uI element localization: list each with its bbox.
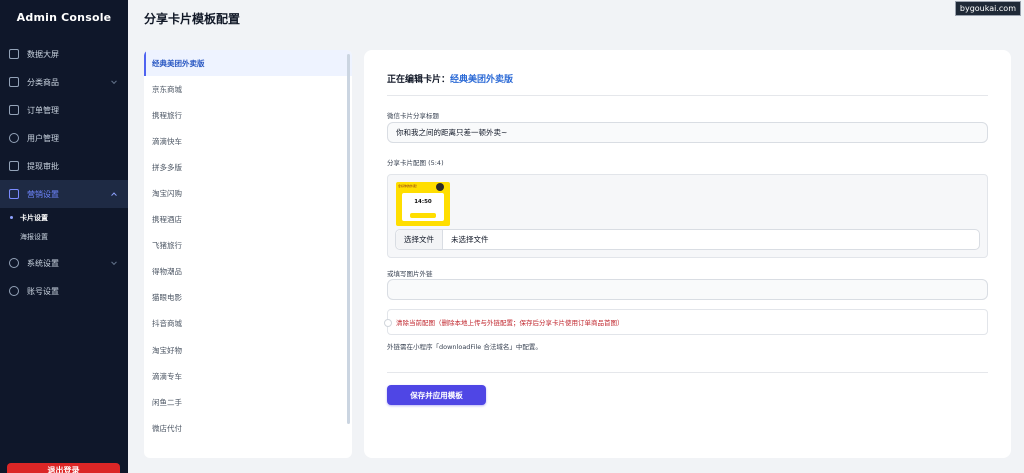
sidebar-item-account[interactable]: 账号设置	[0, 277, 128, 305]
bank-icon	[9, 161, 19, 171]
external-link-label: 或填写图片外链	[387, 270, 433, 278]
template-item[interactable]: 得物潮品	[144, 259, 352, 285]
page-title: 分享卡片模板配置	[144, 12, 241, 26]
template-item[interactable]: 猫眼电影	[144, 285, 352, 311]
sidebar-nav: 数据大屏 分类商品 订单管理 用户管理 提现审批 营销设置	[0, 40, 128, 208]
logout-button[interactable]: 退出登录	[7, 463, 120, 473]
sidebar-item-label: 数据大屏	[27, 49, 59, 59]
thumb-time: 14:50	[414, 199, 432, 205]
image-label: 分享卡片配图 (5:4)	[387, 159, 444, 167]
clear-image-text: 清除当前配图（删除本地上传与外链配置；保存后分享卡片使用订单商品首图）	[396, 319, 624, 327]
gear-icon	[9, 258, 19, 268]
sidebar-item-label: 订单管理	[27, 105, 59, 115]
submenu-card-settings[interactable]: 卡片设置	[0, 208, 128, 227]
sidebar-item-users[interactable]: 用户管理	[0, 124, 128, 152]
sidebar-item-system[interactable]: 系统设置	[0, 249, 128, 277]
image-upload-area: 拿好你的外卖！ 14:50 选择文件 未选择文件	[387, 174, 988, 258]
external-link-hint: 外链需在小程序「downloadFile 合法域名」中配置。	[387, 343, 542, 351]
template-item[interactable]: 经典美团外卖版	[144, 50, 352, 77]
template-item[interactable]: 淘宝好物	[144, 337, 352, 363]
thumb-figure	[436, 183, 444, 191]
thumb-top-text: 拿好你的外卖！	[398, 184, 420, 188]
monitor-icon	[9, 49, 19, 59]
sidebar-nav-lower: 系统设置 账号设置	[0, 249, 128, 305]
share-title-input[interactable]: 你和我之间的距离只差一顿外卖~	[387, 122, 988, 143]
list-scrollbar[interactable]	[347, 54, 350, 424]
sidebar-item-label: 提现审批	[27, 161, 59, 171]
sidebar-item-label: 营销设置	[27, 189, 59, 199]
template-editor: 正在编辑卡片：经典美团外卖版 微信卡片分享标题 你和我之间的距离只差一顿外卖~ …	[364, 50, 1011, 458]
file-input[interactable]: 选择文件 未选择文件	[395, 229, 980, 250]
template-item[interactable]: 携程酒店	[144, 207, 352, 233]
template-item[interactable]: 抖音商城	[144, 311, 352, 337]
megaphone-icon	[9, 189, 19, 199]
sidebar-item-orders[interactable]: 订单管理	[0, 96, 128, 124]
choose-file-button[interactable]: 选择文件	[396, 230, 443, 249]
template-list: 经典美团外卖版 京东商城 携程旅行 滴滴快车 拼多多版 淘宝闪购 携程酒店 飞猪…	[144, 50, 352, 458]
share-title-label: 微信卡片分享标题	[387, 112, 439, 120]
box-icon	[9, 77, 19, 87]
thumb-button	[410, 213, 436, 218]
submenu-poster-settings[interactable]: 海报设置	[0, 227, 128, 246]
editor-heading-name: 经典美团外卖版	[450, 75, 514, 85]
sidebar-item-label: 账号设置	[27, 286, 59, 296]
chevron-up-icon	[111, 192, 117, 199]
sidebar-item-products[interactable]: 分类商品	[0, 68, 128, 96]
thumb-card: 14:50	[402, 193, 444, 221]
template-item[interactable]: 京东商城	[144, 76, 352, 102]
editor-heading: 正在编辑卡片：经典美团外卖版	[387, 72, 513, 85]
sidebar-item-label: 用户管理	[27, 133, 59, 143]
file-status: 未选择文件	[451, 235, 489, 244]
divider	[387, 372, 988, 373]
clear-image-checkbox[interactable]	[384, 319, 392, 327]
clear-image-option[interactable]: 清除当前配图（删除本地上传与外链配置；保存后分享卡片使用订单商品首图）	[384, 309, 988, 335]
users-icon	[9, 133, 19, 143]
template-item[interactable]: 拼多多版	[144, 154, 352, 180]
external-link-input[interactable]	[387, 279, 988, 300]
template-item[interactable]: 淘宝闪购	[144, 180, 352, 206]
template-item[interactable]: 携程旅行	[144, 102, 352, 128]
sidebar-item-marketing[interactable]: 营销设置	[0, 180, 128, 208]
save-apply-label: 保存并应用模板	[410, 390, 463, 400]
template-item[interactable]: 飞猪旅行	[144, 233, 352, 259]
template-item[interactable]: 滴滴快车	[144, 128, 352, 154]
watermark: bygoukai.com	[954, 1, 1021, 16]
divider	[387, 95, 988, 96]
template-item[interactable]: 滴滴专车	[144, 363, 352, 389]
save-apply-button[interactable]: 保存并应用模板	[387, 385, 486, 405]
sidebar-item-withdraw[interactable]: 提现审批	[0, 152, 128, 180]
card-image-preview: 拿好你的外卖！ 14:50	[396, 182, 450, 226]
marketing-submenu: 卡片设置 海报设置	[0, 208, 128, 246]
sidebar-item-label: 系统设置	[27, 258, 59, 268]
editor-heading-prefix: 正在编辑卡片：	[387, 75, 451, 85]
logout-label: 退出登录	[47, 466, 80, 473]
app-title: Admin Console	[16, 10, 112, 24]
chevron-down-icon	[111, 78, 117, 85]
template-item[interactable]: 闲鱼二手	[144, 389, 352, 415]
template-item[interactable]: 微店代付	[144, 415, 352, 441]
sidebar: Admin Console 数据大屏 分类商品 订单管理 用户管理 提现审批 营…	[0, 0, 128, 473]
sidebar-item-dashboard[interactable]: 数据大屏	[0, 40, 128, 68]
list-icon	[9, 105, 19, 115]
sidebar-item-label: 分类商品	[27, 77, 59, 87]
chevron-down-icon	[111, 259, 117, 266]
share-title-value: 你和我之间的距离只差一顿外卖~	[396, 128, 508, 137]
user-icon	[9, 286, 19, 296]
